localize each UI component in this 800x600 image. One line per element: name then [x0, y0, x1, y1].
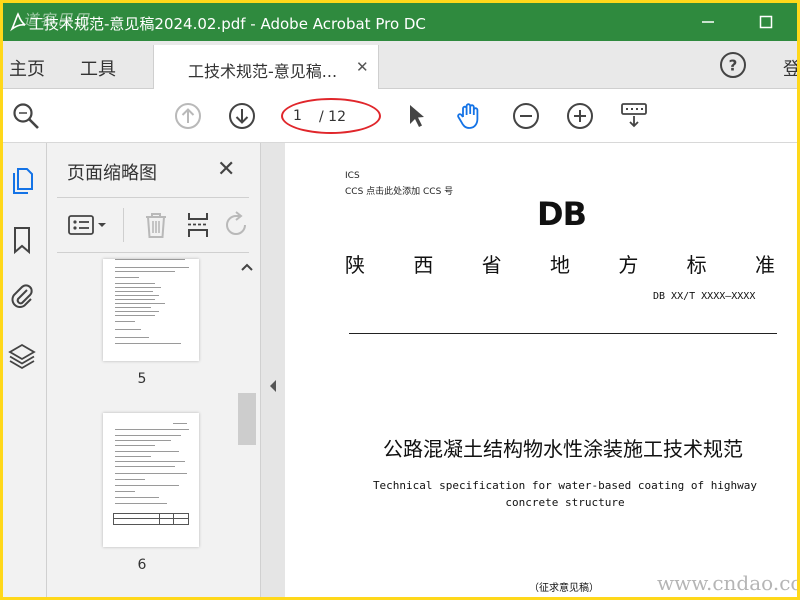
close-panel-icon[interactable]: ✕ [217, 157, 235, 182]
next-page-button[interactable] [227, 101, 257, 131]
tab-document[interactable]: 工技术规范-意见稿... ✕ [153, 45, 379, 89]
prev-page-button[interactable] [173, 101, 203, 131]
bookmarks-button[interactable] [7, 225, 37, 255]
page-navigator: / 12 [281, 98, 381, 134]
minimize-button[interactable] [693, 9, 723, 35]
hand-icon [457, 103, 479, 129]
bookmark-icon [14, 227, 30, 255]
page-total-label: / 12 [319, 109, 346, 125]
keyboard-down-icon [621, 103, 647, 128]
pages-icon [13, 168, 33, 194]
rotate-icon [226, 211, 246, 235]
arrow-down-circle-icon [229, 103, 255, 129]
thumbnail-options-button[interactable] [67, 210, 111, 240]
minimize-icon [702, 21, 714, 23]
thumbnail-toolbar [57, 197, 249, 253]
page-number-input[interactable] [293, 105, 313, 127]
scroll-mode-button[interactable] [619, 101, 649, 131]
close-tab-icon[interactable]: ✕ [356, 58, 369, 76]
doc-divider [349, 333, 777, 334]
layers-icon [8, 343, 36, 370]
scrollbar-thumb[interactable] [238, 393, 256, 445]
doc-ccs[interactable]: CCS 点击此处添加 CCS 号 [345, 184, 453, 197]
delete-page-button[interactable] [141, 210, 171, 240]
maximize-button[interactable] [751, 9, 781, 35]
panel-collapse-strip [261, 143, 285, 597]
zoom-out-button[interactable] [511, 101, 541, 131]
document-tab-label: 工技术规范-意见稿... [188, 62, 338, 81]
toolbar-divider [123, 208, 124, 242]
standard-heading-char: 方 [618, 253, 639, 277]
list-options-icon [68, 215, 106, 235]
standard-heading-char: 地 [549, 253, 570, 277]
db-logo: DB [537, 195, 587, 233]
watermark-bottom-right: www.cndao.com [657, 571, 797, 595]
doc-title-en: Technical specification for water-based … [372, 479, 758, 509]
minus-circle-icon [513, 103, 539, 129]
standard-heading-char: 标 [686, 253, 707, 277]
watermark-top-left: 道客巴巴 [23, 11, 92, 29]
maximize-icon [759, 15, 773, 29]
tab-row: 主页 工具 工技术规范-意见稿... ✕ ? 登 [3, 41, 797, 89]
thumbnail-scrollbar[interactable] [237, 255, 257, 597]
layers-button[interactable] [7, 341, 37, 371]
standard-heading-char: 陕 [345, 253, 365, 277]
tab-home[interactable]: 主页 [9, 55, 45, 81]
thumbnail-page-5[interactable] [103, 259, 199, 361]
toolbar: / 12 [3, 89, 797, 143]
zoom-tool-button[interactable] [11, 101, 41, 131]
insert-page-button[interactable] [183, 210, 213, 240]
arrow-up-circle-icon [175, 103, 201, 129]
tab-tools[interactable]: 工具 [80, 55, 116, 81]
thumbnail-panel: 页面缩略图 ✕ 5 6 [47, 143, 261, 597]
thumbnail-page-number: 5 [137, 371, 147, 387]
paperclip-icon [11, 284, 33, 308]
thumbnail-list: 5 6 [47, 255, 237, 597]
insert-page-icon [188, 213, 208, 237]
standard-heading-char: 省 [481, 253, 502, 277]
document-view: ICS CCS 点击此处添加 CCS 号 DB 陕 西 省 地 方 标 准 DB XX/T … [285, 143, 797, 597]
app-window: 工技术规范-意见稿2024.02.pdf - Adobe Acrobat Pro… [3, 3, 797, 597]
hand-tool-button[interactable] [455, 101, 485, 131]
rotate-page-button[interactable] [221, 210, 251, 240]
doc-standard-number: DB XX/T XXXX—XXXX [653, 291, 756, 302]
chevron-up-icon[interactable] [240, 261, 254, 273]
trash-icon [146, 213, 166, 238]
signin-link[interactable]: 登 [783, 55, 797, 81]
thumbnail-page-number: 6 [137, 557, 147, 573]
plus-circle-icon [567, 103, 593, 129]
cursor-arrow-icon [410, 105, 424, 127]
select-tool-button[interactable] [401, 101, 431, 131]
title-bar: 工技术规范-意见稿2024.02.pdf - Adobe Acrobat Pro… [3, 3, 797, 41]
standard-heading-char: 准 [754, 253, 775, 277]
search-icon [13, 103, 39, 129]
standard-heading-char: 西 [413, 253, 434, 277]
doc-standard-heading: 陕西省地方标准 [345, 249, 775, 278]
attachments-button[interactable] [7, 281, 37, 311]
collapse-panel-icon[interactable] [268, 379, 278, 393]
left-rail [3, 143, 47, 597]
doc-draft-label: （征求意见稿） [529, 583, 599, 594]
help-icon[interactable]: ? [719, 51, 747, 79]
page-thumbnails-button[interactable] [7, 165, 37, 195]
thumbnail-panel-title: 页面缩略图 [67, 163, 157, 184]
zoom-in-button[interactable] [565, 101, 595, 131]
doc-ics: ICS [345, 171, 360, 181]
doc-title-cn: 公路混凝土结构物水性涂装施工技术规范 [383, 437, 743, 461]
thumbnail-page-6[interactable] [103, 413, 199, 547]
svg-text:?: ? [729, 57, 738, 75]
